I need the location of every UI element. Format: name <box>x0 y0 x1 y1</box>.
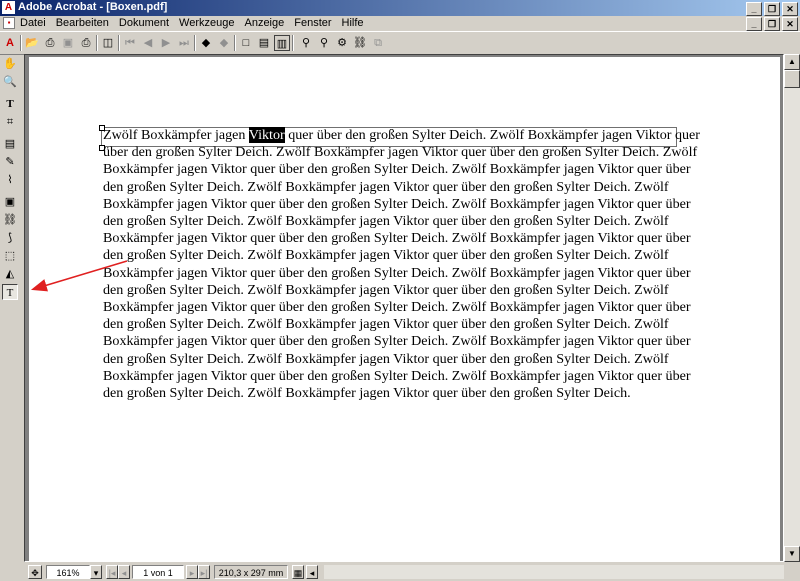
crop-tool-icon[interactable]: ⌗ <box>2 114 18 130</box>
highlight-tool-icon[interactable]: ⌇ <box>2 172 18 188</box>
menu-hilfe[interactable]: Hilfe <box>342 16 364 30</box>
form-tool-icon[interactable]: ▣ <box>2 194 18 210</box>
window-title: Adobe Acrobat - [Boxen.pdf] <box>18 1 168 13</box>
document-text-body: quer über den großen Sylter Deich. Zwölf… <box>103 127 701 402</box>
show-hide-navigation-icon[interactable]: ◫ <box>100 35 116 51</box>
doc-close-button[interactable]: ✕ <box>782 17 798 31</box>
page-number-field[interactable]: 1 von 1 <box>132 565 184 579</box>
touchup-object-tool-icon[interactable]: ◭ <box>2 266 18 282</box>
note-tool-icon[interactable]: ▤ <box>2 136 18 152</box>
document-viewport[interactable]: Zwölf Boxkämpfer jagen Viktor quer über … <box>24 54 784 562</box>
page-size-display: 210,3 x 297 mm <box>214 565 288 579</box>
save-icon[interactable]: ▣ <box>60 35 76 51</box>
touchup-text-tool-icon[interactable]: T <box>2 284 18 300</box>
scroll-left-button[interactable]: ◂ <box>306 565 318 579</box>
tool-palette: ✋ 🔍 T ⌗ ▤ ✎ ⌇ ▣ ⛓ ⟆ ⬚ ◭ T <box>0 54 20 564</box>
menu-dokument[interactable]: Dokument <box>119 16 169 30</box>
graphics-select-tool-icon[interactable]: ⬚ <box>2 248 18 264</box>
selected-word[interactable]: Viktor <box>248 127 285 143</box>
actual-size-icon[interactable]: □ <box>238 35 254 51</box>
last-page-icon[interactable]: ⏭ <box>176 35 192 51</box>
find-icon[interactable]: ⚲ <box>298 35 314 51</box>
status-bar: ✥ 161% ▾ |◂ ◂ 1 von 1 ▸ ▸| 210,3 x 297 m… <box>24 563 800 581</box>
last-page-button[interactable]: ▸| <box>198 565 210 579</box>
open-icon[interactable]: 📂 <box>24 35 40 51</box>
acrobat-icon[interactable]: A <box>2 35 18 51</box>
previous-page-button[interactable]: ◂ <box>118 565 130 579</box>
acquire-icon[interactable]: ⎙ <box>42 35 58 51</box>
text-select-tool-icon[interactable]: T <box>2 96 18 112</box>
menu-datei[interactable]: Datei <box>20 16 46 30</box>
vertical-scrollbar[interactable]: ▲ ▼ <box>784 54 800 562</box>
search-results-icon[interactable]: ⚙ <box>334 35 350 51</box>
first-page-icon[interactable]: ⏮ <box>122 35 138 51</box>
menu-bar: ▪ Datei Bearbeiten Dokument Werkzeuge An… <box>0 16 800 31</box>
document-text[interactable]: Zwölf Boxkämpfer jagen Viktor quer über … <box>103 127 713 402</box>
scroll-thumb[interactable] <box>784 70 800 88</box>
next-page-button[interactable]: ▸ <box>186 565 198 579</box>
hand-tool-icon[interactable]: ✋ <box>2 56 18 72</box>
zoom-tool-icon[interactable]: 🔍 <box>2 74 18 90</box>
document-icon[interactable]: ▪ <box>3 17 15 29</box>
menu-werkzeuge[interactable]: Werkzeuge <box>179 16 234 30</box>
layout-icon[interactable]: ▦ <box>292 565 304 579</box>
scroll-down-button[interactable]: ▼ <box>784 546 800 562</box>
pencil-tool-icon[interactable]: ✎ <box>2 154 18 170</box>
close-button[interactable]: ✕ <box>782 2 798 16</box>
fit-width-icon[interactable]: ▥ <box>274 35 290 51</box>
view-web-icon[interactable]: ⧉ <box>370 35 386 51</box>
search-icon[interactable]: ⚲ <box>316 35 332 51</box>
horizontal-scrollbar[interactable] <box>324 565 784 579</box>
scroll-up-button[interactable]: ▲ <box>784 54 800 70</box>
restore-button[interactable]: ❐ <box>764 2 780 16</box>
acrobat-icon[interactable]: A <box>2 1 15 14</box>
zoom-field[interactable]: 161% <box>46 565 90 579</box>
doc-restore-button[interactable]: ❐ <box>764 17 780 31</box>
article-tool-icon[interactable]: ⟆ <box>2 230 18 246</box>
first-page-button[interactable]: |◂ <box>106 565 118 579</box>
minimize-button[interactable]: _ <box>746 2 762 16</box>
doc-minimize-button[interactable]: _ <box>746 17 762 31</box>
page-layout-icon[interactable]: ✥ <box>28 565 42 579</box>
pdf-page[interactable]: Zwölf Boxkämpfer jagen Viktor quer über … <box>29 57 780 561</box>
toolbar: A 📂 ⎙ ▣ ⎙ ◫ ⏮ ◀ ▶ ⏭ ◆ ◆ □ ▤ ▥ ⚲ ⚲ ⚙ ⛓ ⧉ <box>0 31 800 55</box>
menu-fenster[interactable]: Fenster <box>294 16 331 30</box>
fit-page-icon[interactable]: ▤ <box>256 35 272 51</box>
link-tool-icon[interactable]: ⛓ <box>2 212 18 228</box>
zoom-dropdown-icon[interactable]: ▾ <box>90 565 102 579</box>
print-icon[interactable]: ⎙ <box>78 35 94 51</box>
web-link-icon[interactable]: ⛓ <box>352 35 368 51</box>
next-page-icon[interactable]: ▶ <box>158 35 174 51</box>
title-bar: A Adobe Acrobat - [Boxen.pdf] _ ❐ ✕ <box>0 0 800 16</box>
menu-anzeige[interactable]: Anzeige <box>244 16 284 30</box>
go-forward-icon[interactable]: ◆ <box>216 35 232 51</box>
previous-page-icon[interactable]: ◀ <box>140 35 156 51</box>
go-back-icon[interactable]: ◆ <box>198 35 214 51</box>
menu-bearbeiten[interactable]: Bearbeiten <box>56 16 109 30</box>
document-text-lead: Zwölf Boxkämpfer jagen <box>103 127 249 143</box>
